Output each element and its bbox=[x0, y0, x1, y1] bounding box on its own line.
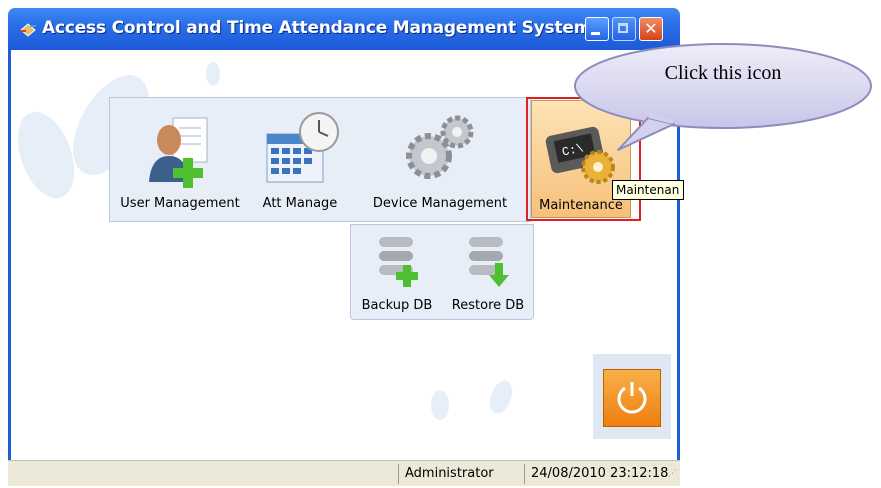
restore-db-label: Restore DB bbox=[451, 298, 525, 313]
status-user: Administrator bbox=[398, 464, 524, 484]
user-management-label: User Management bbox=[120, 196, 240, 211]
device-management-label: Device Management bbox=[372, 196, 508, 211]
att-manage-button[interactable]: Att Manage bbox=[250, 98, 350, 221]
main-toolbar: User Management Att Manage Device Manage… bbox=[109, 97, 531, 222]
resize-grip-icon[interactable]: ⋰ bbox=[668, 469, 678, 481]
restore-db-button[interactable]: Restore DB bbox=[443, 225, 533, 319]
callout-bubble bbox=[574, 43, 872, 151]
background-petal bbox=[485, 377, 517, 417]
exit-button[interactable] bbox=[603, 369, 661, 427]
device-management-button[interactable]: Device Management bbox=[350, 98, 530, 221]
callout-text: Click this icon bbox=[664, 62, 782, 84]
power-icon bbox=[617, 382, 647, 414]
background-petal bbox=[206, 62, 220, 86]
power-panel bbox=[593, 354, 671, 439]
database-restore-icon bbox=[469, 237, 509, 287]
maintenance-submenu: Backup DB Restore DB bbox=[350, 224, 534, 320]
database-add-icon bbox=[379, 237, 418, 287]
app-icon bbox=[20, 23, 36, 37]
window-title: Access Control and Time Attendance Manag… bbox=[42, 18, 592, 38]
att-manage-label: Att Manage bbox=[262, 196, 338, 211]
status-bar: Administrator 24/08/2010 23:12:18 ⋰ bbox=[8, 460, 680, 486]
background-petal bbox=[431, 390, 449, 420]
user-add-icon bbox=[149, 117, 208, 188]
maintenance-label: Maintenance bbox=[539, 198, 623, 213]
status-datetime: 24/08/2010 23:12:18 bbox=[524, 464, 668, 484]
tooltip: Maintenan bbox=[612, 180, 684, 200]
close-icon: ✕ bbox=[644, 19, 658, 38]
app-window: Access Control and Time Attendance Manag… bbox=[0, 0, 881, 488]
backup-db-button[interactable]: Backup DB bbox=[351, 225, 443, 319]
calendar-clock-icon bbox=[266, 112, 339, 183]
backup-db-label: Backup DB bbox=[361, 298, 433, 313]
user-management-button[interactable]: User Management bbox=[110, 98, 250, 221]
gears-icon bbox=[406, 115, 474, 179]
